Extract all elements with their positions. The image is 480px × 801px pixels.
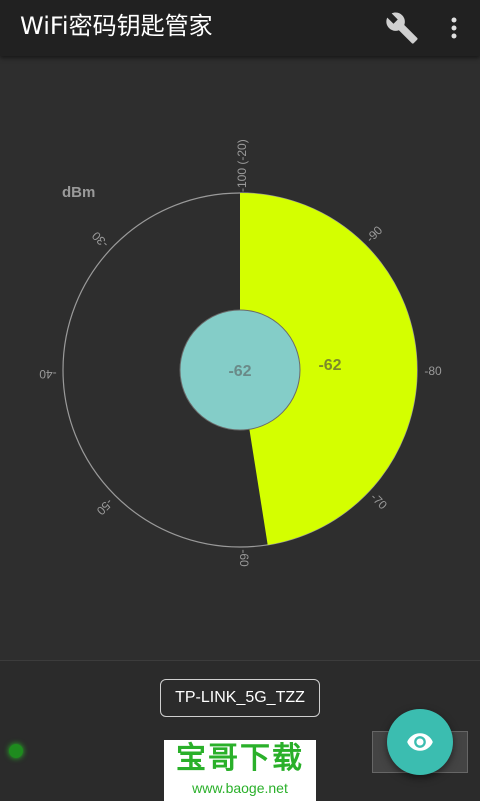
unit-label: dBm bbox=[62, 184, 95, 201]
tick-label: -60 bbox=[237, 549, 251, 567]
center-value: -62 bbox=[228, 363, 251, 380]
more-vert-icon bbox=[451, 17, 457, 39]
view-button[interactable] bbox=[387, 709, 453, 775]
tools-button[interactable] bbox=[380, 6, 424, 50]
signal-gauge: dBm -62 -62 -100 (-20) -90 -80 -70 -60 -… bbox=[0, 56, 480, 660]
tick-label: -40 bbox=[39, 367, 57, 381]
tick-label: -50 bbox=[94, 496, 116, 518]
arc-value: -62 bbox=[318, 357, 341, 374]
gauge-svg: dBm -62 -62 -100 (-20) -90 -80 -70 -60 -… bbox=[39, 139, 442, 567]
app-title: WiFi密码钥匙管家 bbox=[20, 12, 213, 40]
watermark-url: www.baoge.net bbox=[192, 780, 288, 796]
ssid-button[interactable]: TP-LINK_5G_TZZ bbox=[160, 679, 320, 717]
tick-label: -80 bbox=[424, 364, 442, 378]
eye-icon bbox=[407, 733, 433, 751]
more-options-button[interactable] bbox=[436, 6, 472, 50]
wrench-icon bbox=[386, 12, 418, 44]
tick-label: -70 bbox=[368, 490, 390, 512]
watermark-brand: 宝哥下载 bbox=[176, 741, 304, 776]
tick-label: -90 bbox=[363, 223, 385, 245]
tick-label: -100 (-20) bbox=[235, 139, 249, 192]
tick-label: -30 bbox=[89, 229, 111, 251]
bottom-panel: TP-LINK_5G_TZZ 宝哥下载 www.baoge.net bbox=[0, 660, 480, 801]
watermark: 宝哥下载 www.baoge.net bbox=[164, 740, 316, 801]
app-bar: WiFi密码钥匙管家 bbox=[0, 0, 480, 56]
connection-status-icon bbox=[9, 744, 23, 758]
